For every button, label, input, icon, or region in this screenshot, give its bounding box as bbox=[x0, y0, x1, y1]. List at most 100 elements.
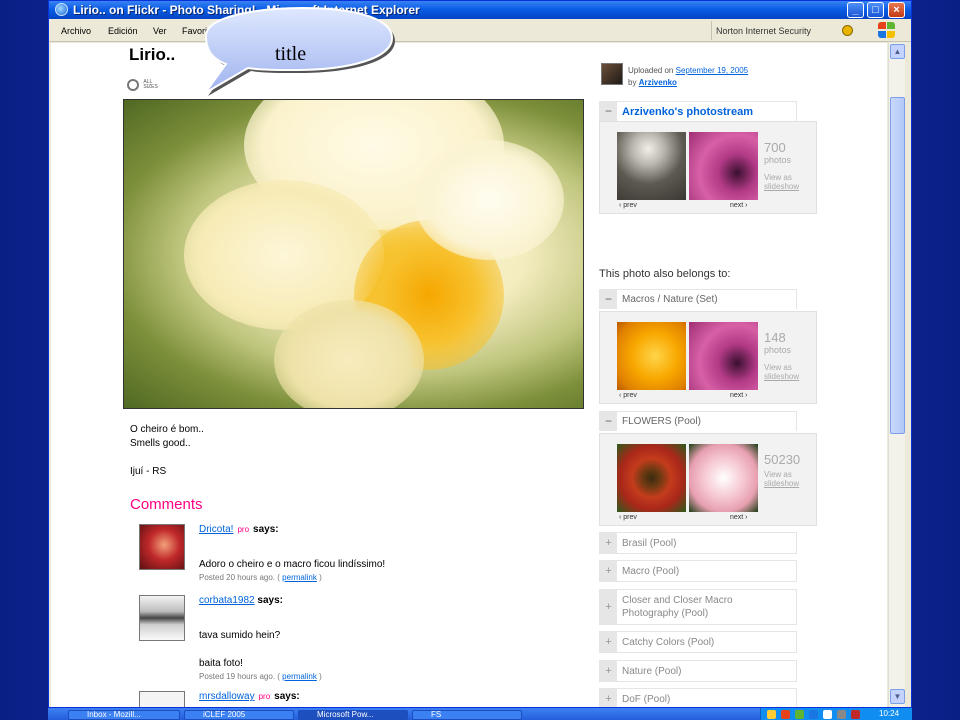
pro-badge[interactable]: pro bbox=[237, 525, 249, 534]
slideshow-link[interactable]: View as slideshow bbox=[764, 363, 799, 381]
comment-body: tava sumido hein? baita foto! bbox=[199, 629, 280, 671]
collapse-icon[interactable]: − bbox=[600, 290, 617, 309]
pool-title[interactable]: Brasil (Pool) bbox=[622, 537, 676, 550]
description-line: Smells good.. bbox=[130, 438, 191, 449]
pool-title[interactable]: Closer and Closer Macro Photography (Poo… bbox=[622, 594, 792, 620]
menu-ver[interactable]: Ver bbox=[153, 26, 167, 36]
tray-icon[interactable] bbox=[851, 710, 860, 719]
scroll-down-icon[interactable]: ▼ bbox=[890, 689, 905, 704]
slideshow-link[interactable]: View as slideshow bbox=[764, 173, 799, 191]
pool-item[interactable]: + DoF (Pool) bbox=[599, 688, 797, 707]
pool-tab[interactable]: − FLOWERS (Pool) bbox=[599, 411, 797, 431]
expand-icon[interactable]: + bbox=[600, 561, 617, 581]
next-link[interactable]: next › bbox=[730, 392, 748, 399]
menu-archivo[interactable]: Archivo bbox=[61, 26, 91, 36]
comment-author-link[interactable]: mrsdalloway bbox=[199, 691, 255, 702]
main-photo[interactable] bbox=[123, 99, 584, 409]
thumbnail[interactable] bbox=[617, 132, 686, 200]
menu-ayuda[interactable]: Ayuda bbox=[309, 26, 334, 36]
tray-icon[interactable] bbox=[767, 710, 776, 719]
pool-item[interactable]: + Catchy Colors (Pool) bbox=[599, 631, 797, 653]
scrollbar-thumb[interactable] bbox=[890, 97, 905, 434]
taskbar-item[interactable]: iCLEF 2005 bbox=[184, 710, 294, 720]
thumbnail[interactable] bbox=[617, 444, 686, 512]
pool-title[interactable]: DoF (Pool) bbox=[622, 693, 670, 706]
slideshow-label: slideshow bbox=[764, 182, 800, 191]
uploader-avatar[interactable] bbox=[601, 63, 623, 85]
vertical-scrollbar[interactable]: ▲ ▼ bbox=[888, 43, 905, 707]
scroll-up-icon[interactable]: ▲ bbox=[890, 44, 905, 59]
photo-count-label: photos bbox=[764, 155, 792, 165]
avatar[interactable] bbox=[139, 595, 185, 641]
slideshow-link[interactable]: View as slideshow bbox=[764, 470, 799, 488]
browser-window: Lirio.. on Flickr - Photo Sharing! - Mic… bbox=[48, 0, 912, 708]
slideshow-label: slideshow bbox=[764, 372, 800, 381]
menu-favoritos[interactable]: Favoritos bbox=[182, 26, 219, 36]
tray-icon[interactable] bbox=[837, 710, 846, 719]
photostream-title[interactable]: Arzivenko's photostream bbox=[622, 106, 753, 118]
norton-toolbar[interactable]: Norton Internet Security bbox=[711, 21, 859, 40]
says-label: says: bbox=[274, 691, 300, 702]
collapse-icon[interactable]: − bbox=[600, 412, 617, 431]
tray-icon[interactable] bbox=[809, 710, 818, 719]
permalink-link[interactable]: permalink bbox=[282, 573, 317, 582]
prev-link[interactable]: ‹ prev bbox=[619, 392, 637, 399]
expand-icon[interactable]: + bbox=[600, 689, 617, 707]
internet-explorer-icon bbox=[55, 3, 68, 16]
minimize-button[interactable]: _ bbox=[847, 2, 864, 18]
tray-icon[interactable] bbox=[823, 710, 832, 719]
menu-herramientas[interactable]: Herramientas bbox=[239, 26, 293, 36]
menu-edicion[interactable]: Edición bbox=[108, 26, 138, 36]
thumbnail[interactable] bbox=[689, 322, 758, 390]
avatar[interactable] bbox=[139, 691, 185, 707]
pool-item[interactable]: + Macro (Pool) bbox=[599, 560, 797, 582]
comment-author-link[interactable]: corbata1982 bbox=[199, 595, 255, 606]
description-line bbox=[130, 451, 204, 465]
expand-icon[interactable]: + bbox=[600, 661, 617, 681]
tray-icon[interactable] bbox=[781, 710, 790, 719]
thumbnail[interactable] bbox=[689, 132, 758, 200]
maximize-button[interactable]: □ bbox=[867, 2, 884, 18]
set-tab[interactable]: − Macros / Nature (Set) bbox=[599, 289, 797, 309]
taskbar-item[interactable]: Microsoft Pow... bbox=[298, 710, 408, 720]
comment-author-line: mrsdalloway pro says: bbox=[199, 691, 300, 702]
photostream-tab[interactable]: − Arzivenko's photostream bbox=[599, 101, 797, 121]
slideshow-label: slideshow bbox=[764, 479, 800, 488]
prev-link[interactable]: ‹ prev bbox=[619, 202, 637, 209]
comment-author-link[interactable]: Dricota! bbox=[199, 524, 233, 535]
avatar[interactable] bbox=[139, 524, 185, 570]
prev-link[interactable]: ‹ prev bbox=[619, 514, 637, 521]
expand-icon[interactable]: + bbox=[600, 533, 617, 553]
pro-badge[interactable]: pro bbox=[259, 692, 271, 701]
pool-title[interactable]: Catchy Colors (Pool) bbox=[622, 636, 714, 649]
pool-title[interactable]: FLOWERS (Pool) bbox=[622, 416, 701, 427]
uploader-link[interactable]: Arzivenko bbox=[639, 78, 677, 87]
close-button[interactable]: × bbox=[888, 2, 905, 18]
all-sizes-link[interactable]: ALL SIZES bbox=[127, 79, 158, 91]
pool-title[interactable]: Macro (Pool) bbox=[622, 565, 679, 578]
tray-icon[interactable] bbox=[795, 710, 804, 719]
next-link[interactable]: next › bbox=[730, 514, 748, 521]
comment-meta: Posted 19 hours ago. ( permalink ) bbox=[199, 672, 322, 681]
title-bar[interactable]: Lirio.. on Flickr - Photo Sharing! - Mic… bbox=[49, 1, 911, 19]
permalink-link[interactable]: permalink bbox=[282, 672, 317, 681]
pool-item[interactable]: + Closer and Closer Macro Photography (P… bbox=[599, 589, 797, 625]
pool-item[interactable]: + Nature (Pool) bbox=[599, 660, 797, 682]
thumbnail[interactable] bbox=[689, 444, 758, 512]
next-link[interactable]: next › bbox=[730, 202, 748, 209]
taskbar-item[interactable]: Inbox - Mozill... bbox=[68, 710, 180, 720]
comments-heading: Comments bbox=[130, 496, 203, 513]
pool-item[interactable]: + Brasil (Pool) bbox=[599, 532, 797, 554]
expand-icon[interactable]: + bbox=[600, 632, 617, 652]
pool-panel: 50230 View as slideshow ‹ prev next › bbox=[599, 433, 817, 526]
pool-title[interactable]: Nature (Pool) bbox=[622, 665, 681, 678]
set-panel: 148 photos View as slideshow ‹ prev next… bbox=[599, 311, 817, 404]
upload-date-link[interactable]: September 19, 2005 bbox=[676, 66, 749, 75]
comment-body-line: baita foto! bbox=[199, 658, 243, 669]
taskbar-item[interactable]: FS bbox=[412, 710, 522, 720]
set-title[interactable]: Macros / Nature (Set) bbox=[622, 294, 718, 305]
collapse-icon[interactable]: − bbox=[600, 102, 617, 121]
thumbnail[interactable] bbox=[617, 322, 686, 390]
expand-icon[interactable]: + bbox=[600, 590, 617, 624]
description-line: Ijuí - RS bbox=[130, 466, 167, 477]
